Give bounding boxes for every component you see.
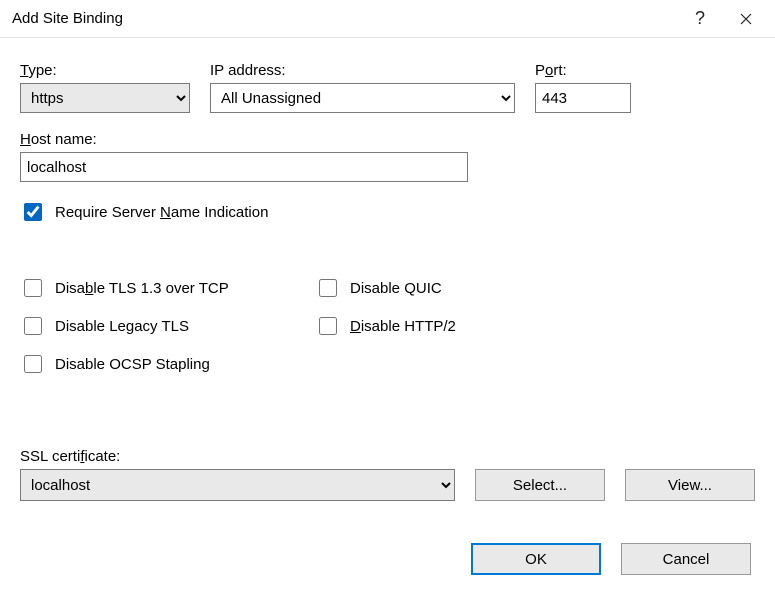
host-name-input[interactable]	[20, 152, 468, 182]
disable-http2-checkbox[interactable]	[319, 317, 337, 335]
type-select[interactable]: https	[20, 83, 190, 113]
port-label: Port:	[535, 62, 631, 79]
port-input[interactable]	[535, 83, 631, 113]
disable-legacy-tls-checkbox[interactable]	[24, 317, 42, 335]
titlebar: Add Site Binding ?	[0, 0, 775, 38]
help-button[interactable]: ?	[677, 4, 723, 34]
ip-address-label: IP address:	[210, 62, 515, 79]
disable-tls13-label: Disable TLS 1.3 over TCP	[55, 280, 229, 297]
disable-http2-label: Disable HTTP/2	[350, 318, 456, 335]
disable-tls13-checkbox[interactable]	[24, 279, 42, 297]
ssl-certificate-select[interactable]: localhost	[20, 469, 455, 501]
close-icon	[740, 13, 752, 25]
type-label: Type:	[20, 62, 190, 79]
disable-ocsp-checkbox[interactable]	[24, 355, 42, 373]
close-button[interactable]	[723, 4, 769, 34]
require-sni-label: Require Server Name Indication	[55, 204, 268, 221]
disable-legacy-tls-label: Disable Legacy TLS	[55, 318, 189, 335]
window-title: Add Site Binding	[12, 10, 677, 27]
dialog-content: Type: https IP address: All Unassigned P…	[0, 38, 775, 595]
disable-ocsp-label: Disable OCSP Stapling	[55, 356, 210, 373]
host-name-label: Host name:	[20, 131, 468, 148]
disable-quic-checkbox[interactable]	[319, 279, 337, 297]
disable-quic-label: Disable QUIC	[350, 280, 442, 297]
require-sni-checkbox[interactable]	[24, 203, 42, 221]
ok-button[interactable]: OK	[471, 543, 601, 575]
view-button[interactable]: View...	[625, 469, 755, 501]
select-button[interactable]: Select...	[475, 469, 605, 501]
cancel-button[interactable]: Cancel	[621, 543, 751, 575]
ssl-certificate-label: SSL certificate:	[20, 448, 120, 465]
ip-address-select[interactable]: All Unassigned	[210, 83, 515, 113]
